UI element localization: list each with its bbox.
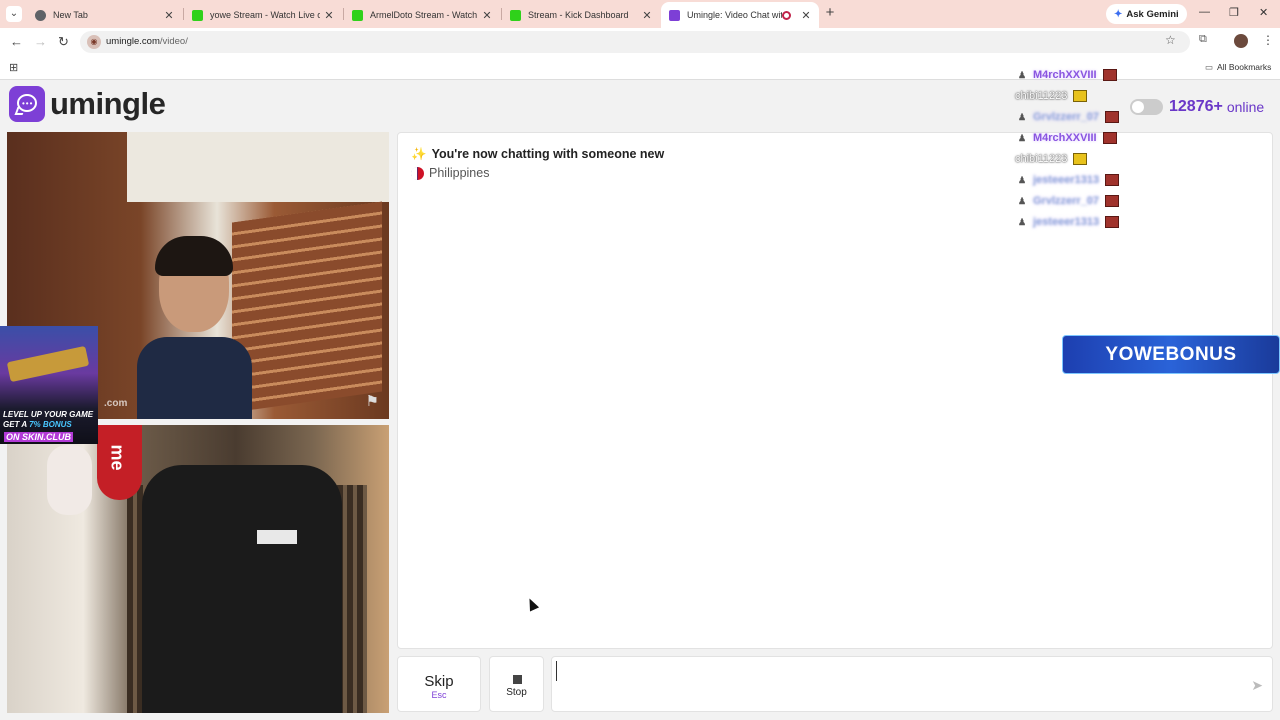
skip-button[interactable]: Skip Esc xyxy=(397,656,481,712)
recording-icon xyxy=(782,10,791,20)
kick-icon xyxy=(192,9,203,21)
message-input[interactable] xyxy=(556,661,1236,681)
rank-badge xyxy=(1105,174,1120,186)
folder-icon: ▭ xyxy=(1205,62,1214,72)
close-tab-icon[interactable]: ✕ xyxy=(164,9,174,22)
overlay-row: chibi11223 xyxy=(1015,150,1088,168)
reload-icon[interactable]: ↻ xyxy=(58,35,69,49)
url-text[interactable]: umingle.com/video/ xyxy=(106,36,188,47)
settings-toggle[interactable] xyxy=(1130,99,1163,115)
rank-badge xyxy=(1102,132,1117,144)
self-video: me xyxy=(7,425,389,713)
tab-umingle[interactable]: Umingle: Video Chat with S ✕ xyxy=(661,2,819,28)
profile-avatar[interactable] xyxy=(1234,34,1248,48)
ask-gemini-button[interactable]: ✦ Ask Gemini xyxy=(1106,4,1187,24)
forward-icon[interactable]: → xyxy=(34,35,47,49)
restore-icon[interactable]: ❐ xyxy=(1229,6,1239,19)
person-icon: ♟ xyxy=(1017,132,1027,143)
stop-button[interactable]: Stop xyxy=(489,656,544,712)
apps-grid-icon[interactable]: ⊞ xyxy=(9,61,18,74)
chrome-icon xyxy=(35,9,46,21)
overlay-row: ♟ M4rchXXVIII xyxy=(1015,129,1117,147)
rank-badge xyxy=(1105,216,1120,228)
umingle-icon xyxy=(669,9,680,21)
overlay-row: ♟ Grvlzzerr_07 xyxy=(1015,108,1120,126)
rank-badge xyxy=(1073,90,1088,102)
all-bookmarks-button[interactable]: ▭ All Bookmarks xyxy=(1205,62,1271,73)
philippines-flag-icon xyxy=(411,166,424,180)
rank-badge xyxy=(1105,111,1120,123)
video-watermark: .com xyxy=(104,398,128,409)
person-icon: ♟ xyxy=(1017,111,1027,122)
chat-bubble-icon: ••• xyxy=(9,86,45,122)
ad-cta: ON SKIN.CLUB xyxy=(4,432,73,442)
person-icon: ♟ xyxy=(1017,69,1027,80)
overlay-row: ♟ jesteeer1313 xyxy=(1015,171,1120,189)
person-icon: ♟ xyxy=(1017,216,1027,227)
tab-new-tab[interactable]: New Tab ✕ xyxy=(27,2,182,28)
chat-log: ✨ You're now chatting with someone new Ph… xyxy=(397,132,1273,649)
tab-armeldoto-stream[interactable]: ArmelDoto Stream - Watch Live ✕ xyxy=(344,2,500,28)
close-tab-icon[interactable]: ✕ xyxy=(324,9,334,22)
online-counter: 12876+ online xyxy=(1130,98,1264,116)
status-message: ✨ You're now chatting with someone new xyxy=(411,147,665,161)
rank-badge xyxy=(1105,195,1120,207)
browser-toolbar: ← → ↻ ◉ umingle.com/video/ ☆ ⧉ ⋮ xyxy=(0,28,1280,56)
site-logo[interactable]: ••• umingle xyxy=(9,86,166,122)
address-bar[interactable]: ◉ umingle.com/video/ xyxy=(80,31,1190,53)
partner-country: Philippines xyxy=(411,166,489,180)
tab-search-icon[interactable]: ⌄ xyxy=(6,6,22,22)
overlay-row: ♟ jesteeer1313 xyxy=(1015,213,1120,231)
send-icon[interactable]: ➤ xyxy=(1251,677,1263,694)
ad-text: LEVEL UP YOUR GAME GET A 7% BONUS xyxy=(3,410,94,429)
stop-icon xyxy=(513,675,522,684)
person-icon: ♟ xyxy=(1017,174,1027,185)
overlay-row: ♟ Grvlzzerr_07 xyxy=(1015,192,1120,210)
kick-icon xyxy=(510,9,521,21)
rifle-image xyxy=(6,345,90,383)
bookmark-star-icon[interactable]: ☆ xyxy=(1165,33,1176,47)
sparkles-icon: ✨ xyxy=(411,147,427,161)
close-tab-icon[interactable]: ✕ xyxy=(642,9,652,22)
overlay-row: ♟ M4rchXXVIII xyxy=(1015,66,1117,84)
site-info-icon[interactable]: ◉ xyxy=(87,35,101,49)
tab-yowe-stream[interactable]: yowe Stream - Watch Live on Ki ✕ xyxy=(184,2,342,28)
tab-strip: ⌄ New Tab ✕ yowe Stream - Watch Live on … xyxy=(0,0,1280,28)
back-icon[interactable]: ← xyxy=(10,35,23,49)
extensions-icon[interactable]: ⧉ xyxy=(1199,33,1207,46)
browser-menu-icon[interactable]: ⋮ xyxy=(1262,33,1274,47)
gemini-icon: ✦ xyxy=(1114,8,1123,20)
rank-badge xyxy=(1102,69,1117,81)
close-tab-icon[interactable]: ✕ xyxy=(482,9,492,22)
person-icon: ♟ xyxy=(1017,195,1027,206)
close-tab-icon[interactable]: ✕ xyxy=(801,9,811,22)
report-flag-icon[interactable]: ⚑ xyxy=(366,392,379,410)
close-window-icon[interactable]: ✕ xyxy=(1259,6,1268,19)
overlay-row: chibi11223 xyxy=(1015,87,1088,105)
umingle-page: ••• umingle 12876+ online .com ⚑ me LEVE… xyxy=(0,69,1280,720)
skin-club-ad[interactable]: LEVEL UP YOUR GAME GET A 7% BONUS ON SKI… xyxy=(0,326,98,444)
new-tab-button[interactable]: + xyxy=(823,5,837,20)
tab-kick-dashboard[interactable]: Stream - Kick Dashboard ✕ xyxy=(502,2,660,28)
kick-icon xyxy=(352,9,363,21)
minimize-icon[interactable]: — xyxy=(1199,6,1210,18)
message-box[interactable]: ➤ xyxy=(551,656,1273,712)
rank-badge xyxy=(1073,153,1088,165)
bonus-banner: YOWEBONUS xyxy=(1062,335,1280,374)
